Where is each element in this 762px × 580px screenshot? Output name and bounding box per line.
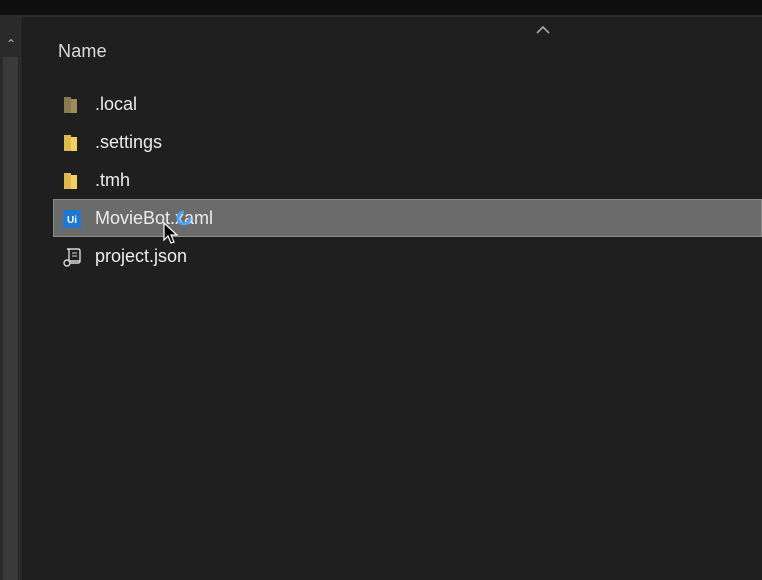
file-name: MovieBot.xaml: [95, 208, 214, 228]
file-name: project.json: [95, 246, 188, 266]
scroll-up-icon[interactable]: ⌃: [2, 37, 20, 51]
file-name: .settings: [95, 132, 163, 152]
list-item[interactable]: .settings: [53, 123, 762, 161]
file-list-pane: Name .local .settings .tmh Ui MovieBot.x…: [23, 17, 762, 580]
file-explorer-window: ⌃ Name .local .settings .tmh Ui MovieBot…: [0, 0, 762, 580]
svg-text:Ui: Ui: [67, 215, 77, 226]
mouse-pointer-icon: [163, 222, 179, 244]
list-item[interactable]: .local: [53, 85, 762, 123]
folder-icon: [64, 97, 77, 113]
column-header-row: Name: [23, 17, 762, 75]
file-name: .local: [95, 94, 138, 114]
scroll-thumb[interactable]: [3, 57, 18, 580]
list-item[interactable]: .tmh: [53, 161, 762, 199]
sort-ascending-icon[interactable]: [535, 25, 551, 35]
file-name: .tmh: [95, 170, 131, 190]
file-list: .local .settings .tmh Ui MovieBot.xaml p…: [53, 85, 762, 275]
list-item[interactable]: project.json: [53, 237, 762, 275]
navigation-scrollbar[interactable]: ⌃: [0, 17, 23, 580]
json-script-icon: [63, 248, 81, 267]
list-item-selected[interactable]: Ui MovieBot.xaml: [53, 199, 762, 237]
folder-icon: [64, 173, 77, 189]
name-column-header[interactable]: Name: [58, 41, 107, 62]
folder-icon: [64, 135, 77, 151]
uipath-xaml-icon: Ui: [63, 210, 81, 228]
